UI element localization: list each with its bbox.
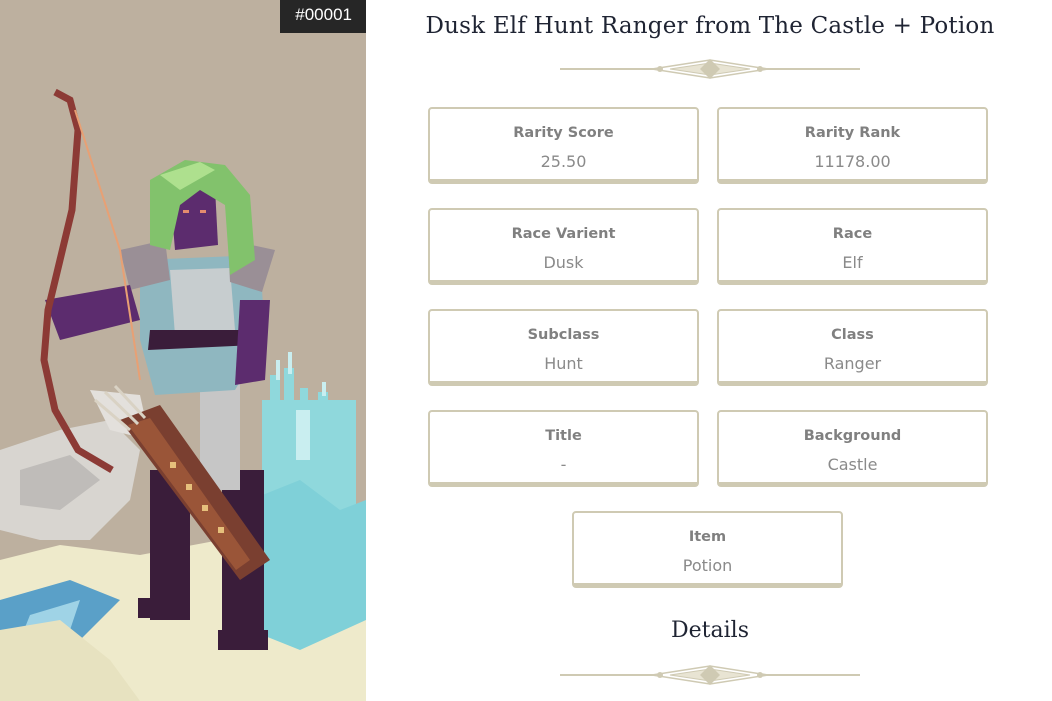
rarity-score-label: Rarity Score — [513, 125, 614, 141]
rarity-score-card: Rarity Score 25.50 — [428, 107, 699, 184]
title-value: - — [560, 455, 567, 474]
nft-detail-page: #00001 Dusk Elf Hunt Ranger from The Cas… — [0, 0, 1052, 701]
subclass-label: Subclass — [527, 327, 600, 343]
rarity-score-value: 25.50 — [540, 152, 587, 171]
character-artwork: #00001 — [0, 0, 366, 701]
ornament-divider-bottom — [560, 665, 860, 685]
background-card: Background Castle — [717, 410, 988, 487]
subclass-value: Hunt — [544, 354, 583, 373]
race-value: Elf — [842, 253, 863, 272]
details-heading: Details — [671, 618, 749, 643]
class-card: Class Ranger — [717, 309, 988, 386]
race-variant-label: Race Varient — [511, 226, 616, 242]
item-card: Item Potion — [572, 511, 843, 588]
race-label: Race — [832, 226, 873, 242]
race-variant-card: Race Varient Dusk — [428, 208, 699, 285]
race-card: Race Elf — [717, 208, 988, 285]
title-label: Title — [545, 428, 582, 444]
token-id-badge: #00001 — [280, 0, 366, 33]
background-value: Castle — [827, 455, 878, 474]
rarity-rank-card: Rarity Rank 11178.00 — [717, 107, 988, 184]
rarity-rank-label: Rarity Rank — [804, 125, 901, 141]
ornament-divider-top — [560, 59, 860, 79]
item-label: Item — [688, 529, 727, 545]
rarity-rank-value: 11178.00 — [814, 152, 891, 171]
character-illustration — [0, 88, 366, 701]
subclass-card: Subclass Hunt — [428, 309, 699, 386]
race-variant-value: Dusk — [543, 253, 584, 272]
class-label: Class — [831, 327, 874, 343]
class-value: Ranger — [823, 354, 882, 373]
background-label: Background — [803, 428, 902, 444]
item-value: Potion — [682, 556, 733, 575]
page-title: Dusk Elf Hunt Ranger from The Castle + P… — [425, 13, 995, 39]
title-card: Title - — [428, 410, 699, 487]
info-panel: Dusk Elf Hunt Ranger from The Castle + P… — [366, 0, 1052, 701]
